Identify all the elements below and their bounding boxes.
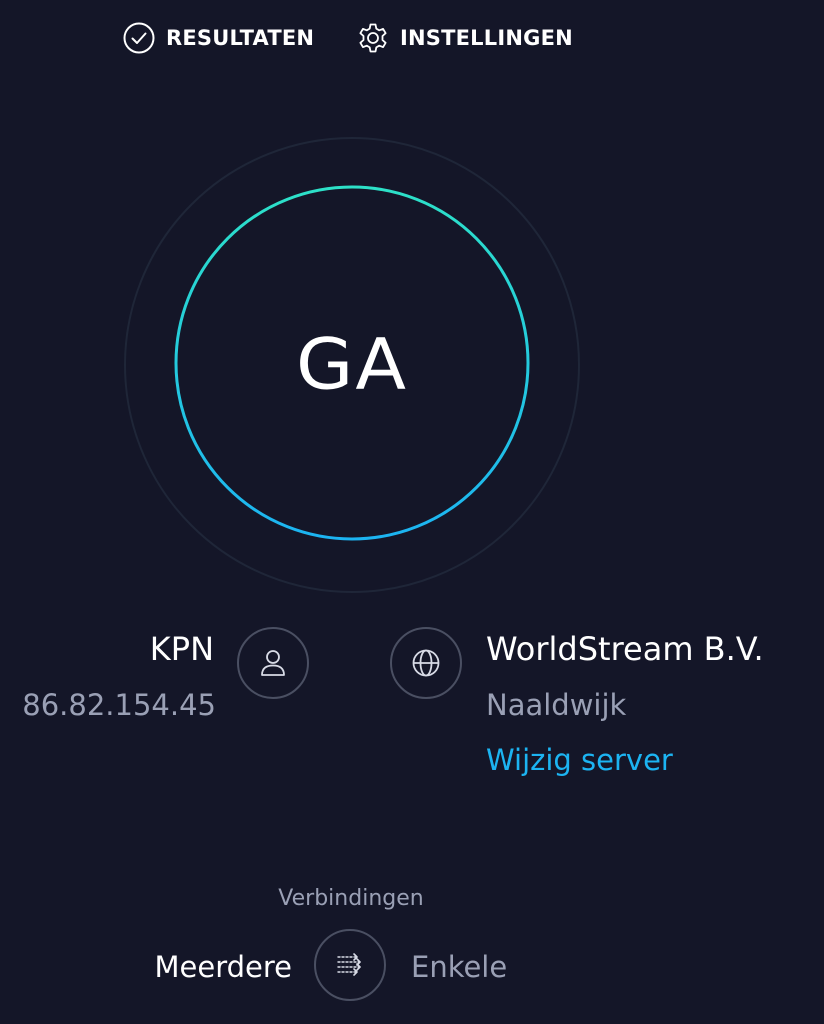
server-name: WorldStream B.V.: [486, 630, 764, 668]
globe-icon: [412, 649, 440, 677]
speedtest-start-area: GA: [124, 137, 580, 593]
user-icon-circle: [237, 627, 309, 699]
user-icon: [261, 650, 285, 676]
check-circle-icon: [123, 22, 155, 54]
results-nav-link[interactable]: RESULTATEN: [122, 18, 314, 58]
settings-nav-label: INSTELLINGEN: [400, 26, 573, 50]
isp-name: KPN: [149, 630, 214, 668]
top-navigation: RESULTATEN INSTELLINGEN: [0, 18, 824, 58]
isp-ip-address: 86.82.154.45: [22, 688, 216, 722]
go-button-label: GA: [296, 324, 408, 406]
go-button[interactable]: GA: [176, 189, 528, 541]
results-nav-label: RESULTATEN: [166, 26, 315, 50]
change-server-link[interactable]: Wijzig server: [486, 743, 673, 777]
gear-icon: [359, 23, 387, 53]
connections-arrows-icon: [337, 953, 361, 976]
multi-connections-option[interactable]: Meerdere: [155, 950, 293, 984]
connections-label: Verbindingen: [278, 886, 424, 911]
settings-nav-link[interactable]: INSTELLINGEN: [356, 18, 573, 58]
single-connection-option[interactable]: Enkele: [411, 950, 507, 984]
globe-icon-circle: [390, 627, 462, 699]
connections-toggle[interactable]: [314, 929, 386, 1001]
server-city: Naaldwijk: [486, 688, 627, 722]
